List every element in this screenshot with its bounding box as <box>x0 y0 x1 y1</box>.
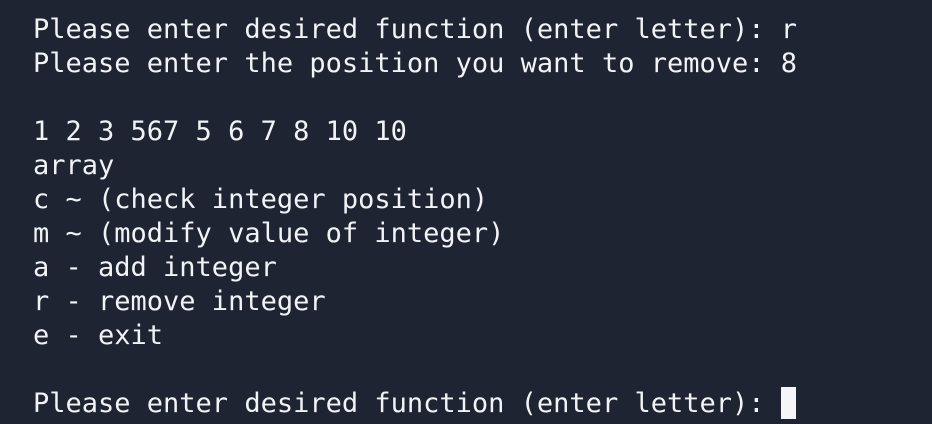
terminal-window[interactable]: Please enter desired function (enter let… <box>0 0 932 424</box>
menu-option-remove: r - remove integer <box>33 286 326 317</box>
terminal-output: Please enter desired function (enter let… <box>33 13 923 421</box>
output-line-2: Please enter the position you want to re… <box>33 48 798 79</box>
output-line-3 <box>33 81 923 115</box>
menu-title: array <box>33 150 115 181</box>
text-cursor[interactable] <box>780 387 796 419</box>
output-line-1: Please enter desired function (enter let… <box>33 14 798 45</box>
menu-option-add: a - add integer <box>33 252 277 283</box>
prompt-text: Please enter desired function (enter let… <box>33 388 781 419</box>
menu-option-check: c ~ (check integer position) <box>33 184 489 215</box>
menu-option-modify: m ~ (modify value of integer) <box>33 218 505 249</box>
input-line[interactable]: Please enter desired function (enter let… <box>33 387 923 421</box>
output-line-11 <box>33 353 923 387</box>
menu-option-exit: e - exit <box>33 320 164 351</box>
array-output: 1 2 3 567 5 6 7 8 10 10 <box>33 116 407 147</box>
